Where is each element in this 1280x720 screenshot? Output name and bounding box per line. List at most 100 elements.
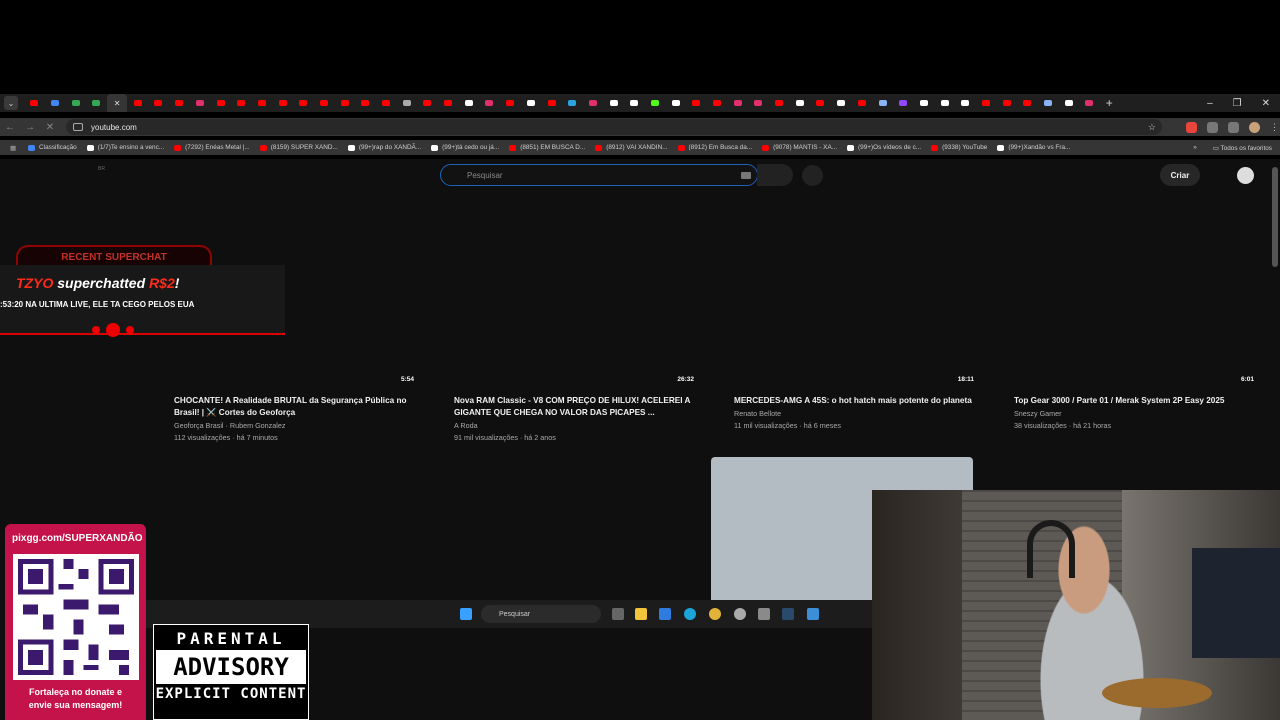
browser-tab[interactable]: [45, 95, 66, 111]
bookmark-item[interactable]: (1/7)Te ensino a venc...: [86, 144, 164, 151]
bookmark-star-icon[interactable]: ☆: [1148, 122, 1156, 133]
tab-media-icon[interactable]: [1228, 121, 1239, 133]
browser-tab[interactable]: [686, 95, 707, 111]
obs-icon[interactable]: [734, 608, 746, 620]
bookmarks-overflow-button[interactable]: »: [1193, 144, 1197, 151]
browser-tab[interactable]: [541, 95, 562, 111]
bookmark-item[interactable]: (8851) EM BUSCA D...: [509, 144, 585, 151]
browser-tab[interactable]: [976, 95, 997, 111]
browser-tab[interactable]: [127, 95, 148, 111]
browser-tab[interactable]: [810, 95, 831, 111]
browser-tab[interactable]: [396, 95, 417, 111]
browser-tab[interactable]: [293, 95, 314, 111]
menu-kebab-icon[interactable]: ⋮: [1270, 122, 1279, 133]
keyboard-icon[interactable]: [741, 172, 751, 179]
video-channel[interactable]: A Roda: [454, 420, 694, 432]
browser-tab[interactable]: [252, 95, 273, 111]
forward-icon[interactable]: →: [20, 122, 40, 133]
file-explorer-icon[interactable]: [635, 608, 647, 620]
video-title[interactable]: CHOCANTE! A Realidade BRUTAL da Seguranç…: [174, 395, 414, 419]
browser-tab[interactable]: [562, 95, 583, 111]
browser-tab[interactable]: [769, 95, 790, 111]
user-avatar[interactable]: [1237, 167, 1254, 184]
site-info-icon[interactable]: [73, 123, 83, 131]
apps-grid-icon[interactable]: ▦: [10, 144, 16, 152]
browser-tab[interactable]: [148, 95, 169, 111]
address-bar[interactable]: youtube.com ☆: [66, 119, 1162, 135]
browser-tab[interactable]: [707, 95, 728, 111]
browser-tab[interactable]: [1058, 95, 1079, 111]
browser-tab[interactable]: [872, 95, 893, 111]
search-input[interactable]: Pesquisar: [467, 171, 503, 180]
browser-tab[interactable]: [355, 95, 376, 111]
browser-tab[interactable]: [65, 95, 86, 111]
close-window-button[interactable]: ✕: [1262, 98, 1270, 109]
browser-tab[interactable]: [583, 95, 604, 111]
bookmark-item[interactable]: Classificação: [28, 144, 77, 151]
browser-tab[interactable]: [914, 95, 935, 111]
page-scrollbar[interactable]: [1272, 167, 1278, 267]
windows-start-icon[interactable]: [460, 608, 472, 620]
video-title[interactable]: MERCEDES-AMG A 45S: o hot hatch mais pot…: [734, 395, 974, 407]
bookmark-item[interactable]: (9338) YouTube: [931, 144, 987, 151]
video-channel[interactable]: Sneszy Gamer: [1014, 408, 1254, 420]
search-button[interactable]: [757, 164, 793, 186]
browser-tab[interactable]: [1038, 95, 1059, 111]
browser-tab[interactable]: [852, 95, 873, 111]
bookmark-item[interactable]: (8912) Em Busca da...: [677, 144, 752, 151]
video-thumbnail[interactable]: 26:32: [454, 199, 694, 383]
tab-search-button[interactable]: ⌄: [4, 96, 18, 110]
browser-tab[interactable]: [231, 95, 252, 111]
app-icon[interactable]: [807, 608, 819, 620]
loading-stop-icon[interactable]: ✕: [40, 122, 60, 133]
browser-tab[interactable]: [458, 95, 479, 111]
maximize-button[interactable]: ❐: [1233, 98, 1242, 109]
video-title[interactable]: Nova RAM Classic - V8 COM PREÇO DE HILUX…: [454, 395, 694, 419]
browser-tab[interactable]: [24, 95, 45, 111]
browser-tab[interactable]: [521, 95, 542, 111]
search-box[interactable]: Pesquisar: [440, 164, 758, 186]
browser-tab[interactable]: ✕: [106, 94, 128, 112]
minimize-button[interactable]: –: [1207, 98, 1213, 109]
video-title[interactable]: Top Gear 3000 / Parte 01 / Merak System …: [1014, 395, 1254, 407]
browser-tab[interactable]: [603, 95, 624, 111]
new-tab-button[interactable]: +: [1106, 96, 1113, 110]
extension-icon[interactable]: [1186, 121, 1197, 133]
video-channel[interactable]: Renato Bellote: [734, 408, 974, 420]
steam-icon[interactable]: [782, 608, 794, 620]
bookmark-item[interactable]: (99+)tá cedo ou já...: [431, 144, 499, 151]
create-button[interactable]: Criar: [1160, 164, 1200, 186]
bookmark-item[interactable]: (8159) SUPER XAND...: [259, 144, 338, 151]
task-view-icon[interactable]: [612, 608, 624, 620]
bookmark-item[interactable]: (99+)Xandão vs Fra...: [997, 144, 1070, 151]
browser-tab[interactable]: [665, 95, 686, 111]
browser-tab[interactable]: [955, 95, 976, 111]
browser-tab[interactable]: [934, 95, 955, 111]
tab-close-icon[interactable]: ✕: [114, 99, 121, 107]
taskbar-search[interactable]: Pesquisar: [481, 605, 601, 623]
youtube-logo-region[interactable]: BR: [98, 166, 105, 172]
store-icon[interactable]: [659, 608, 671, 620]
browser-tab[interactable]: [831, 95, 852, 111]
bookmark-item[interactable]: (7292) Enéas Metal |...: [174, 144, 250, 151]
browser-tab[interactable]: [996, 95, 1017, 111]
bookmark-item[interactable]: (8912) VAI XANDIN...: [595, 144, 668, 151]
browser-tab[interactable]: [417, 95, 438, 111]
video-thumbnail[interactable]: 18:11: [734, 199, 974, 383]
browser-tab[interactable]: [86, 95, 107, 111]
browser-tab[interactable]: [314, 95, 335, 111]
video-thumbnail[interactable]: 6:01: [1014, 199, 1254, 383]
browser-tab[interactable]: [334, 95, 355, 111]
browser-tab[interactable]: [272, 95, 293, 111]
browser-tab[interactable]: [190, 95, 211, 111]
bookmark-item[interactable]: (9078) MANTIS - XA...: [762, 144, 837, 151]
puzzle-icon[interactable]: [1207, 121, 1218, 133]
browser-tab[interactable]: [1079, 95, 1100, 111]
profile-avatar-icon[interactable]: [1249, 121, 1260, 133]
browser-tab[interactable]: [210, 95, 231, 111]
browser-tab[interactable]: [748, 95, 769, 111]
browser-tab[interactable]: [500, 95, 521, 111]
back-icon[interactable]: ←: [0, 122, 20, 133]
browser-tab[interactable]: [789, 95, 810, 111]
browser-tab[interactable]: [645, 95, 666, 111]
